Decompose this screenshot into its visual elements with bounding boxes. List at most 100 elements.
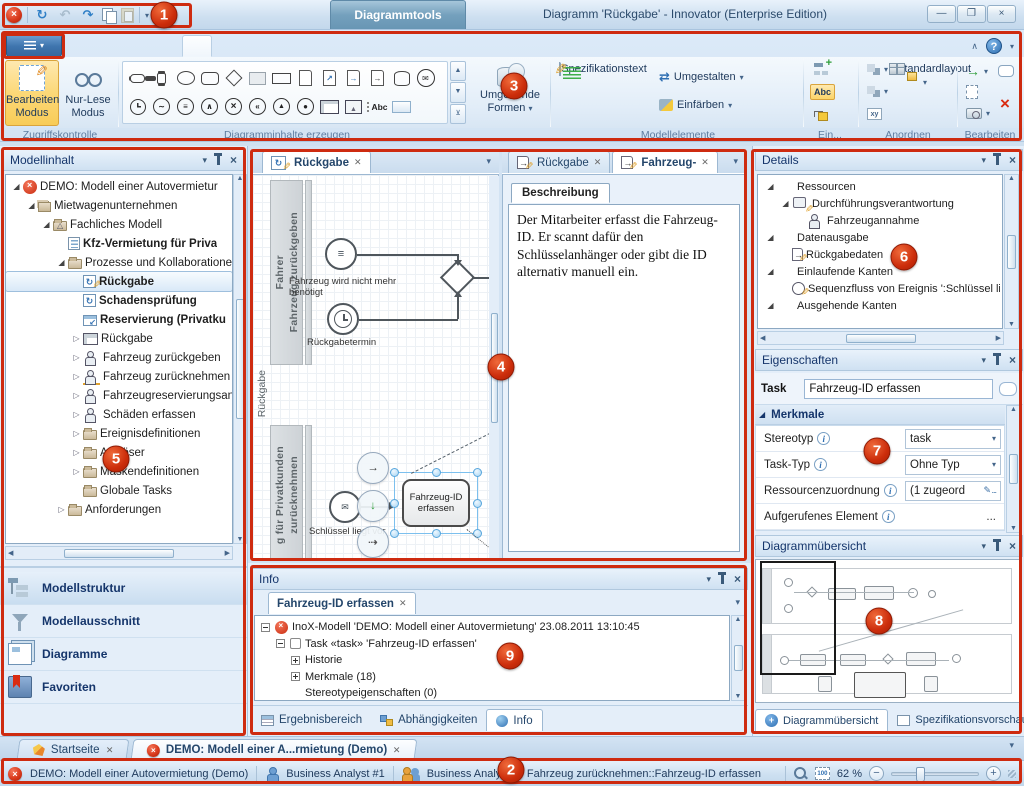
tree-vertical-scrollbar[interactable]: ▲▼ [233,174,247,544]
tab-spec-preview[interactable]: Spezifikationsvorschau [888,709,1024,731]
selection-handle[interactable] [390,499,399,508]
expander-icon[interactable] [70,334,83,343]
shape-gallery-item-icon[interactable] [319,95,340,119]
close-tab-icon[interactable]: ✕ [594,157,602,168]
close-panel-icon[interactable]: × [230,155,237,165]
tree-item[interactable]: DEMO: Modell einer Autovermietur [6,177,232,196]
element-name-input[interactable] [804,379,993,399]
expander-icon[interactable] [70,448,83,457]
info-tree-item[interactable]: InoX-Modell 'DEMO: Modell einer Autoverm… [257,619,727,636]
shape-gallery-item-icon[interactable] [199,95,220,119]
shape-gallery-item-icon[interactable] [343,95,364,119]
collapse-ribbon-icon[interactable]: ∧ [971,41,978,52]
pin-icon[interactable] [721,575,724,584]
minimap-viewport[interactable] [760,561,836,675]
info-vertical-scrollbar[interactable]: ▲▼ [731,615,745,701]
qat-customize-dropdown-icon[interactable]: ▾ [145,11,149,20]
selection-handle[interactable] [432,529,441,538]
details-item[interactable]: Fahrzeugannahme [760,212,1000,229]
spec-tab-active[interactable]: Fahrzeug-✕ [612,151,718,173]
info-tab[interactable]: Fahrzeug-ID erfassen✕ [268,592,416,614]
tab-list-dropdown-icon[interactable]: ▾ [733,156,738,167]
undo-icon[interactable]: ↶ [56,6,74,24]
description-tab[interactable]: Beschreibung [511,183,610,203]
selection-handle[interactable] [432,468,441,477]
bottom-tab[interactable]: Info [486,709,542,731]
close-tab-icon[interactable]: ✕ [106,745,114,756]
info-tree-item[interactable]: Merkmale (18) [257,669,727,686]
shape-gallery-item-icon[interactable] [223,66,244,90]
close-tab-icon[interactable]: ✕ [354,157,362,168]
insert-link-button[interactable] [810,107,832,123]
bottom-tab[interactable]: Ergebnisbereich [252,709,371,731]
tab-list-dropdown-icon[interactable]: ▾ [486,156,491,167]
application-menu-button[interactable]: ▾ [6,34,62,57]
diagram-canvas[interactable]: Rückgabe Fahrer Fahrzeug zurückgeben g f… [252,174,499,560]
shape-gallery-item-icon[interactable] [127,95,148,119]
ribbon-tab[interactable] [154,35,182,57]
shape-gallery-item-icon[interactable] [271,95,292,119]
close-panel-icon[interactable]: × [1009,155,1016,165]
expander-icon[interactable] [70,353,83,362]
name-toggle-button[interactable] [999,382,1017,396]
info-icon[interactable]: i [882,510,895,523]
shape-gallery-item-icon[interactable] [127,66,148,90]
tree-item[interactable]: Fahrzeug zurücknehmen [6,367,232,386]
pin-icon[interactable] [996,542,999,551]
tree-item[interactable]: Fachliches Modell [6,215,232,234]
panel-menu-icon[interactable]: ▾ [202,155,207,165]
redo-icon[interactable]: ↷ [79,6,97,24]
property-value[interactable]: (1 zugeord [905,481,1001,501]
close-panel-icon[interactable]: × [1009,541,1016,551]
expander-icon[interactable] [764,182,777,191]
selection-handle[interactable] [473,499,482,508]
shape-gallery-item-icon[interactable] [175,66,196,90]
info-tree-item[interactable]: Historie [257,652,727,669]
spec-tab[interactable]: Rückgabe✕ [508,151,610,173]
zoom-100-icon[interactable]: 100 [815,767,830,780]
property-value[interactable]: Ohne Typ [905,455,1001,475]
expander-icon[interactable] [70,391,83,400]
label-toggle-button[interactable]: Abc [810,84,835,100]
close-tab-icon[interactable]: ✕ [399,598,407,609]
tree-item[interactable]: Reservierung (Privatku [6,310,232,329]
sidebar-nav-item[interactable]: Modellausschnitt [0,605,247,638]
shape-gallery-item-icon[interactable] [295,95,316,119]
tree-item[interactable]: Ereignisdefinitionen [6,424,232,443]
quick-create-button[interactable]: → [357,452,389,484]
quick-link-button[interactable]: ⇢ [357,526,389,558]
edit-mode-button[interactable]: Bearbeiten Modus [5,60,59,126]
standard-layout-button[interactable]: Standardlayout ▾ [896,59,954,125]
panel-menu-icon[interactable]: ▾ [981,155,986,165]
details-item[interactable]: Durchführungsverantwortung [760,195,1000,212]
panel-menu-icon[interactable]: ▾ [706,574,711,584]
merkmale-section-header[interactable]: Merkmale [755,405,1005,425]
details-item[interactable]: Ausgehende Kanten [760,297,1000,314]
close-panel-icon[interactable]: × [734,574,741,584]
details-item[interactable]: Einlaufende Kanten [760,263,1000,280]
shape-gallery-item-icon[interactable] [391,66,412,90]
lane-header[interactable]: Fahrer Fahrzeug zurückgeben [270,180,303,365]
shape-gallery-item-icon[interactable] [391,95,412,119]
property-value[interactable]: task [905,429,1001,449]
expander-icon[interactable] [70,410,83,419]
close-button[interactable]: × [987,5,1016,23]
colorize-button[interactable]: Einfärben▾ [655,97,736,113]
shape-gallery-item-icon[interactable] [415,66,436,90]
minimize-button[interactable]: — [927,5,956,23]
shape-gallery-item-icon[interactable] [175,95,196,119]
zoom-in-button[interactable]: + [986,766,1001,781]
go-to-button[interactable]: →▾ [962,61,992,81]
zoom-slider[interactable] [891,772,979,776]
expander-icon[interactable] [25,201,38,210]
tree-item[interactable]: Kfz-Vermietung für Priva [6,234,232,253]
coordinates-button[interactable]: xy [863,106,886,122]
details-item[interactable]: Datenausgabe [760,229,1000,246]
shape-gallery-item-icon[interactable] [247,66,268,90]
gallery-more-icon[interactable]: ⊻ [450,104,466,124]
tab-list-dropdown-icon[interactable]: ▾ [1009,740,1014,751]
surrounding-shapes-button[interactable]: Umgebende Formen ▾ [474,59,546,125]
quick-insert-button[interactable]: ↓ [357,490,389,522]
selection-handle[interactable] [473,468,482,477]
shape-gallery-item-icon[interactable] [343,66,364,90]
